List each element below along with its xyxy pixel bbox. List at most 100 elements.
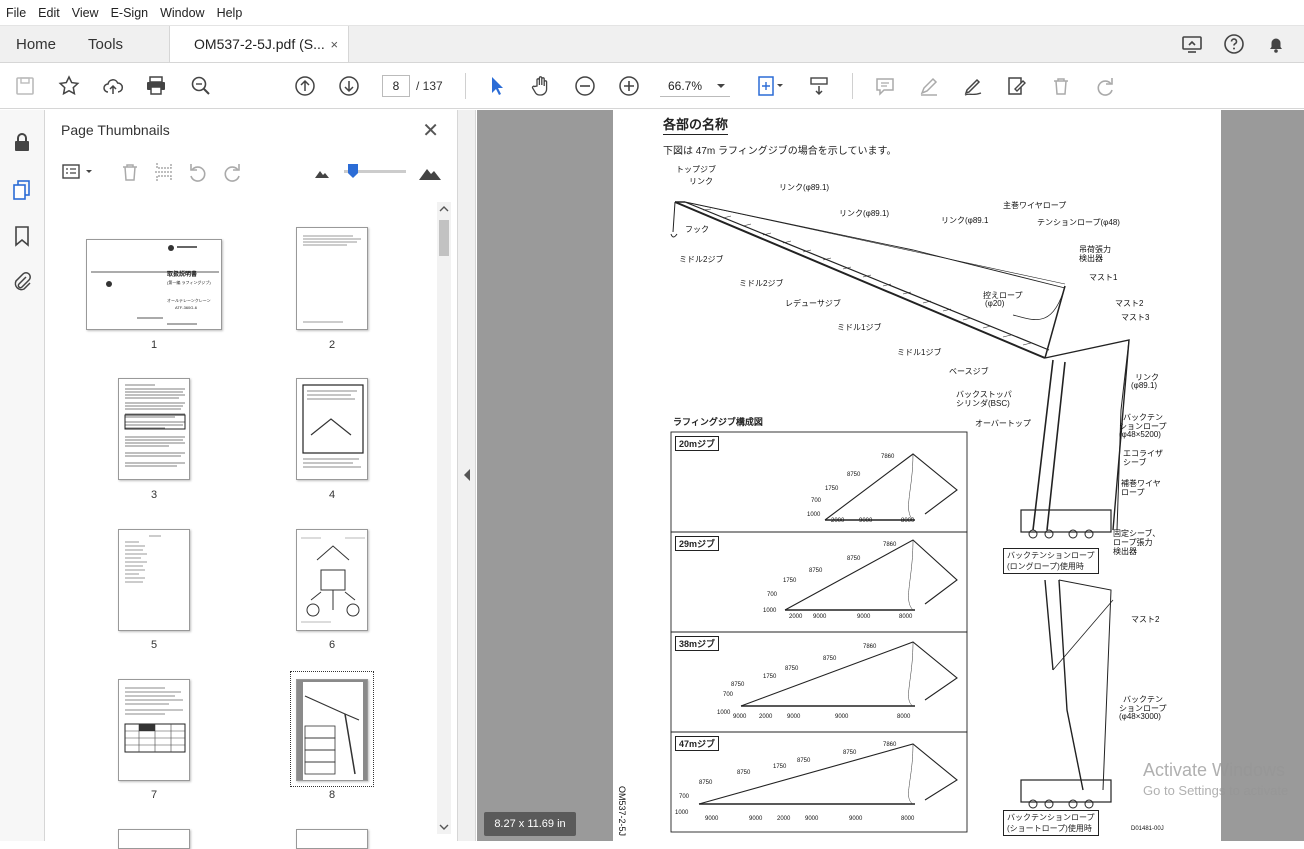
label-middle2-jib-a: ミドル2ジブ — [679, 255, 724, 264]
tab-close-icon[interactable]: × — [330, 37, 338, 52]
scroll-mode-icon[interactable] — [806, 73, 832, 99]
thumbnail-page-6[interactable] — [296, 529, 368, 631]
dim-label: 1000 — [675, 810, 689, 816]
delete-page-icon[interactable] — [118, 160, 142, 184]
thumbnail-page-10[interactable] — [296, 829, 368, 849]
highlight-pen-icon[interactable] — [916, 73, 942, 99]
notification-bell-icon[interactable] — [1264, 32, 1288, 56]
dim-label: 8000 — [897, 714, 911, 720]
chevron-down-icon — [717, 83, 725, 88]
bookmark-icon[interactable] — [10, 224, 34, 248]
short-rope-caption-1: バックテンションロープ — [1007, 813, 1095, 822]
slider-thumb[interactable] — [348, 164, 358, 178]
next-page-icon[interactable] — [336, 73, 362, 99]
label-reducer-jib: レデューサジブ — [785, 299, 841, 308]
menu-file[interactable]: File — [6, 6, 26, 20]
dim-label: 8000 — [901, 816, 915, 822]
paperclip-icon[interactable] — [10, 270, 34, 294]
thumbnail-page-1[interactable]: 取扱説明書 (第一編 ラフィングジブ) オールテレーンクレーン ATF-360G… — [86, 239, 222, 330]
thumbnail-page-2[interactable] — [296, 227, 368, 330]
redo-icon[interactable] — [1092, 73, 1118, 99]
panel-close-icon[interactable]: ✕ — [422, 118, 439, 143]
dim-label: 8750 — [843, 750, 857, 756]
edit-sign-icon[interactable] — [1004, 73, 1030, 99]
label-overtop: オーバートップ — [975, 419, 1031, 428]
select-cursor-icon[interactable] — [484, 73, 510, 99]
label-link-phi-3: リンク(φ89.1 — [941, 216, 989, 225]
dim-label: 8750 — [797, 758, 811, 764]
bookmark-star-icon[interactable] — [56, 73, 82, 99]
thumbnail-page-9[interactable] — [118, 829, 190, 849]
prev-page-icon[interactable] — [292, 73, 318, 99]
thumbnail-1-subtitle: (第一編 ラフィングジブ) — [167, 279, 211, 285]
print-icon[interactable] — [143, 73, 169, 99]
menu-esign[interactable]: E-Sign — [111, 6, 149, 20]
tab-tools[interactable]: Tools — [72, 26, 139, 62]
thumbnail-1-title: 取扱説明書 — [167, 270, 197, 278]
menu-view[interactable]: View — [72, 6, 99, 20]
extract-page-icon[interactable] — [152, 160, 176, 184]
collapse-arrow-icon[interactable] — [463, 468, 471, 482]
dim-label: 8750 — [823, 656, 837, 662]
thumbnails-scrollbar[interactable] — [437, 202, 451, 834]
help-icon[interactable] — [1222, 32, 1246, 56]
zoom-out-icon[interactable] — [572, 73, 598, 99]
thumbnail-page-4[interactable] — [296, 378, 368, 480]
label-fixed-sheave-3: 検出器 — [1113, 547, 1137, 556]
zoom-search-icon[interactable] — [188, 73, 214, 99]
large-mountain-icon[interactable] — [418, 160, 442, 184]
label-base-jib: ベースジブ — [949, 367, 989, 376]
lock-icon[interactable] — [10, 130, 34, 154]
page-number-input[interactable]: 8 — [382, 75, 410, 97]
draw-pen-icon[interactable] — [960, 73, 986, 99]
dim-label: 1750 — [825, 486, 839, 492]
share-screen-icon[interactable] — [1180, 32, 1204, 56]
scroll-up-arrow-icon[interactable] — [439, 204, 449, 214]
thumbnail-page-8-current[interactable] — [296, 679, 368, 781]
jib-47m-label: 47mジブ — [675, 736, 720, 751]
dim-label: 7860 — [881, 454, 895, 460]
label-back-tension-3: (φ48×5200) — [1119, 430, 1161, 439]
thumbnail-1-model: オールテレーンクレーン — [167, 297, 211, 303]
label-hook: フック — [685, 225, 709, 234]
small-mountain-icon[interactable] — [314, 164, 330, 180]
label-middle1-jib-a: ミドル1ジブ — [837, 323, 882, 332]
menu-edit[interactable]: Edit — [38, 6, 60, 20]
scroll-thumb[interactable] — [439, 220, 449, 256]
save-icon[interactable] — [12, 73, 38, 99]
upload-cloud-icon[interactable] — [100, 73, 126, 99]
document-viewer[interactable]: 各部の名称 下図は 47m ラフィングジブの場合を示しています。 トップジブ リ… — [477, 110, 1304, 841]
menu-window[interactable]: Window — [160, 6, 204, 20]
rotate-ccw-icon[interactable] — [186, 160, 210, 184]
label-tension-rope: テンションロープ(φ48) — [1037, 218, 1120, 227]
tab-home[interactable]: Home — [0, 26, 72, 62]
thumbnail-page-5[interactable] — [118, 529, 190, 631]
rotate-cw-icon[interactable] — [220, 160, 244, 184]
thumbnail-page-3[interactable] — [118, 378, 190, 480]
comment-icon[interactable] — [872, 73, 898, 99]
activation-watermark: Activate Windows Go to Settings to activ… — [1143, 760, 1288, 798]
scroll-down-arrow-icon[interactable] — [439, 822, 449, 832]
dim-label: 1000 — [717, 710, 731, 716]
thumbnail-options-icon[interactable] — [60, 160, 96, 184]
label-aux-wire-2: ロープ — [1121, 488, 1145, 497]
tab-document[interactable]: OM537-2-5J.pdf (S... × — [169, 26, 350, 62]
page-thumbnails-icon[interactable] — [10, 178, 34, 202]
dim-label: 9000 — [859, 518, 873, 524]
jib-section-title: ラフィングジブ構成図 — [673, 417, 763, 427]
thumbnail-page-7[interactable] — [118, 679, 190, 781]
panel-collapse-handle[interactable] — [458, 110, 476, 841]
label-main-wire-rope: 主巻ワイヤロープ — [1003, 201, 1067, 210]
left-navigation-rail — [0, 110, 45, 841]
zoom-in-icon[interactable] — [616, 73, 642, 99]
hand-tool-icon[interactable] — [528, 73, 554, 99]
label-equalizer-2: シーブ — [1123, 458, 1147, 467]
menu-help[interactable]: Help — [217, 6, 243, 20]
jib-20m-label: 20mジブ — [675, 436, 720, 451]
fit-page-icon[interactable] — [752, 73, 788, 99]
zoom-level-select[interactable]: 66.7% — [660, 75, 730, 97]
dim-label: 7860 — [863, 644, 877, 650]
delete-trash-icon[interactable] — [1048, 73, 1074, 99]
dim-label: 2000 — [777, 816, 791, 822]
page-size-badge: 8.27 x 11.69 in — [484, 812, 576, 836]
